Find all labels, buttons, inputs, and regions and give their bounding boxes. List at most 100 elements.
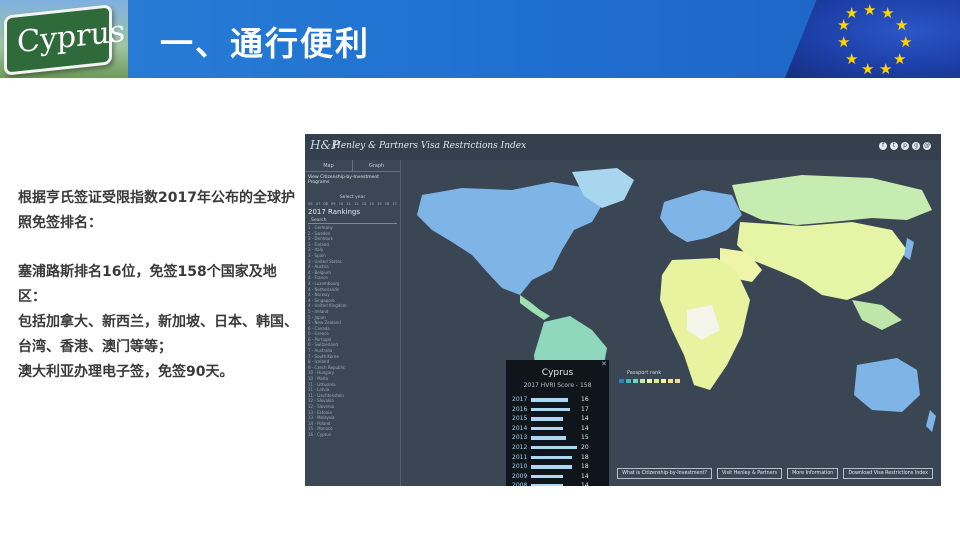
year-tick[interactable]: 16 xyxy=(385,202,390,206)
legend-swatch xyxy=(661,379,666,383)
tab-map[interactable]: Map xyxy=(305,160,352,172)
year-tick[interactable]: 10 xyxy=(339,202,344,206)
popup-bars: 2017 16 2016 17 2015 14 2014 14 2013 15 2012 20 2011… xyxy=(506,395,609,486)
app-topbar: H&P Henley & Partners Visa Restrictions … xyxy=(305,134,941,160)
year-tick[interactable]: 17 xyxy=(392,202,397,206)
popup-country: Cyprus xyxy=(541,368,574,378)
year-tick[interactable]: 06 xyxy=(308,202,313,206)
popup-bar-row: 2014 14 xyxy=(506,424,609,434)
googleplus-icon[interactable]: g xyxy=(912,142,920,150)
legend-swatch xyxy=(626,379,631,383)
paragraph-countries: 包括加拿大、新西兰，新加坡、日本、韩国、台湾、香港、澳门等等； xyxy=(18,314,298,355)
popup-bar xyxy=(531,484,564,486)
legend-swatch xyxy=(675,379,680,383)
star-icon: ★ xyxy=(899,33,913,51)
view-tabs: Map Graph xyxy=(305,160,400,172)
legend-swatch xyxy=(647,379,652,383)
passport-rank-legend: Passport rank xyxy=(619,370,680,383)
star-icon: ★ xyxy=(893,50,907,68)
download-index-button[interactable]: Download Visa Restrictions Index xyxy=(843,468,933,479)
popup-bar-value: 16 xyxy=(581,396,589,403)
world-map-svg xyxy=(417,168,936,460)
popup-bar-row: 2011 18 xyxy=(506,453,609,463)
star-icon: ★ xyxy=(879,60,893,78)
more-info-button[interactable]: More Information xyxy=(787,468,839,479)
popup-bar-year: 2011 xyxy=(512,453,528,461)
central-america xyxy=(520,295,550,320)
tab-graph[interactable]: Graph xyxy=(352,160,400,172)
new-zealand xyxy=(926,410,936,432)
popup-bar-year: 2009 xyxy=(512,472,528,480)
close-icon[interactable]: ✕ xyxy=(601,360,607,368)
star-icon: ★ xyxy=(845,50,859,68)
legend-swatch xyxy=(654,379,659,383)
asia xyxy=(737,222,907,300)
southeast-asia xyxy=(852,300,902,330)
popup-bar xyxy=(531,445,577,450)
popup-bar xyxy=(531,474,564,479)
year-tick[interactable]: 15 xyxy=(377,202,382,206)
description-text: 根据亨氏签证受限指数2017年公布的全球护照免签排名： 塞浦路斯排名16位，免签… xyxy=(18,186,300,385)
popup-bar-year: 2014 xyxy=(512,424,528,432)
popup-bar-value: 14 xyxy=(581,424,589,432)
cbi-programs-link[interactable]: View Citizenship-by-Investment Programs xyxy=(305,172,400,185)
country-popup: ✕ Cyprus 2017 HVRI Score - 158 2017 16 201… xyxy=(506,360,609,486)
popup-bar-value: 18 xyxy=(581,453,589,461)
paragraph-intro: 根据亨氏签证受限指数2017年公布的全球护照免签排名： xyxy=(18,190,295,231)
north-america xyxy=(417,182,602,295)
app-title: Henley & Partners Visa Restrictions Inde… xyxy=(333,141,527,151)
select-year-label: Select year xyxy=(339,195,366,200)
footer-buttons: What is Citizenship-by-Investment? Visit… xyxy=(617,468,933,479)
visa-index-screenshot: H&P Henley & Partners Visa Restrictions … xyxy=(305,134,941,486)
popup-bar-year: 2012 xyxy=(512,443,528,451)
pinterest-icon[interactable]: p xyxy=(901,142,909,150)
year-tick[interactable]: 07 xyxy=(316,202,321,206)
eu-flag-image: ★ ★ ★ ★ ★ ★ ★ ★ ★ ★ ★ xyxy=(785,0,960,78)
popup-bar xyxy=(531,436,566,440)
popup-bar-row: 2016 17 xyxy=(506,405,609,415)
star-icon: ★ xyxy=(837,16,851,34)
twitter-icon[interactable]: t xyxy=(890,142,898,150)
visit-hp-button[interactable]: Visit Henley & Partners xyxy=(716,468,783,479)
year-tick[interactable]: 08 xyxy=(323,202,328,206)
cbi-info-button[interactable]: What is Citizenship-by-Investment? xyxy=(617,468,712,479)
popup-bar-year: 2013 xyxy=(512,434,528,442)
year-tick[interactable]: 14 xyxy=(369,202,374,206)
slide-title: 一、通行便利 xyxy=(160,24,370,63)
popup-bar-row: 2010 18 xyxy=(506,462,609,472)
popup-bar xyxy=(531,455,573,460)
star-icon: ★ xyxy=(861,60,875,78)
star-icon: ★ xyxy=(837,33,851,51)
legend-title: Passport rank xyxy=(627,370,662,376)
social-icons: f t p g @ xyxy=(879,142,931,150)
paragraph-rank: 塞浦路斯排名16位，免签158个国家及地区： xyxy=(18,264,277,305)
world-map[interactable]: ✕ Cyprus 2017 HVRI Score - 158 2017 16 201… xyxy=(402,160,941,486)
legend-swatch xyxy=(619,379,624,383)
legend-swatch xyxy=(633,379,638,383)
rankings-list: 1 - Germany 2 - Sweden 3 - Denmark 3 - Finl… xyxy=(305,224,400,439)
popup-bar-row: 2015 14 xyxy=(506,414,609,424)
ranking-item[interactable]: 16 - Cyprus xyxy=(308,432,397,438)
legend-swatches xyxy=(619,379,680,383)
year-tick[interactable]: 13 xyxy=(362,202,367,206)
popup-bar-row: 2013 15 xyxy=(506,433,609,443)
popup-bar xyxy=(531,407,571,412)
popup-bar xyxy=(531,465,573,469)
facebook-icon[interactable]: f xyxy=(879,142,887,150)
popup-bar-value: 18 xyxy=(581,463,589,471)
email-icon[interactable]: @ xyxy=(923,142,931,150)
year-tick[interactable]: 12 xyxy=(354,202,359,206)
sidebar: Map Graph View Citizenship-by-Investment… xyxy=(305,160,401,486)
popup-bar-value: 15 xyxy=(581,434,589,442)
popup-bar-year: 2016 xyxy=(512,405,528,413)
star-icon: ★ xyxy=(881,4,895,22)
popup-bar-year: 2015 xyxy=(512,415,528,423)
rankings-title: 2017 Rankings xyxy=(308,208,361,216)
popup-bar xyxy=(531,426,564,431)
slide: Cyprus 一、通行便利 ★ ★ ★ ★ ★ ★ ★ ★ ★ ★ ★ 根据亨氏… xyxy=(0,0,960,540)
star-icon: ★ xyxy=(895,16,909,34)
year-tick[interactable]: 09 xyxy=(331,202,336,206)
paragraph-australia: 澳大利亚办理电子签，免签90天。 xyxy=(18,364,234,380)
sign-text: Cyprus xyxy=(17,13,126,61)
year-tick[interactable]: 11 xyxy=(346,202,351,206)
